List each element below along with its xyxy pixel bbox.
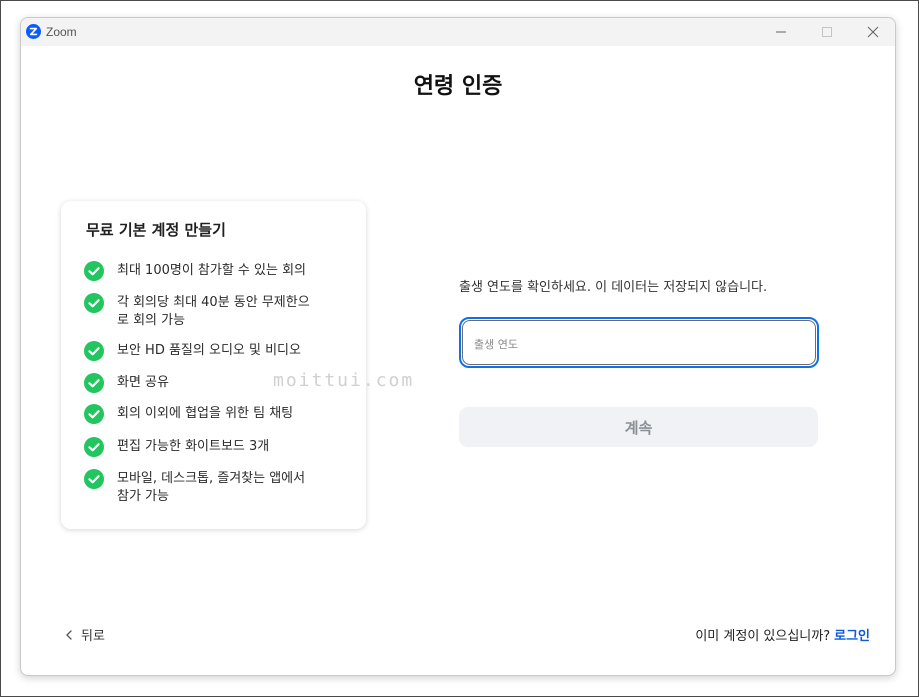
signin-row: 이미 계정이 있으십니까? 로그인 (695, 625, 870, 644)
feature-text: 각 회의당 최대 40분 동안 무제한으 로 회의 가능 (117, 295, 310, 328)
check-circle-icon (84, 293, 104, 313)
back-label: 뒤로 (81, 629, 105, 644)
zoom-logo-icon (26, 24, 41, 39)
feature-item: 보안 HD 품질의 오디오 및 비디오 (84, 341, 344, 361)
free-account-card: 무료 기본 계정 만들기 최대 100명이 참가할 수 있는 회의 각 회의당 … (61, 201, 366, 529)
maximize-button[interactable] (804, 18, 850, 46)
close-icon (867, 26, 879, 38)
check-circle-icon (84, 404, 104, 424)
check-circle-icon (84, 437, 104, 457)
feature-item: 모바일, 데스크톱, 즐겨찾는 앱에서 참가 가능 (84, 469, 344, 506)
signin-link[interactable]: 로그인 (834, 625, 870, 644)
check-circle-icon (84, 469, 104, 489)
minimize-icon (776, 31, 786, 33)
title-bar[interactable]: Zoom (21, 18, 895, 46)
feature-text: 모바일, 데스크톱, 즐겨찾는 앱에서 참가 가능 (117, 471, 306, 504)
feature-text: 회의 이외에 협업을 위한 팀 채팅 (117, 406, 294, 421)
birth-year-input[interactable] (462, 320, 816, 365)
feature-item: 편집 가능한 화이트보드 3개 (84, 437, 344, 457)
birth-year-prompt: 출생 연도를 확인하세요. 이 데이터는 저장되지 않습니다. (459, 280, 768, 295)
chevron-left-icon (66, 629, 72, 640)
close-button[interactable] (850, 18, 895, 46)
birth-year-field (459, 317, 819, 368)
back-link[interactable]: 뒤로 (65, 625, 105, 644)
watermark: moittui.com (273, 370, 415, 391)
feature-text: 편집 가능한 화이트보드 3개 (117, 439, 270, 454)
feature-text: 최대 100명이 참가할 수 있는 회의 (117, 263, 306, 278)
card-title: 무료 기본 계정 만들기 (86, 221, 226, 239)
feature-item: 회의 이외에 협업을 위한 팀 채팅 (84, 404, 344, 424)
check-circle-icon (84, 373, 104, 393)
window-title: Zoom (46, 25, 77, 39)
feature-text: 보안 HD 품질의 오디오 및 비디오 (117, 343, 301, 358)
feature-item: 최대 100명이 참가할 수 있는 회의 (84, 261, 344, 281)
has-account-text: 이미 계정이 있으십니까? (695, 629, 831, 644)
continue-button[interactable]: 계속 (459, 407, 818, 447)
check-circle-icon (84, 341, 104, 361)
feature-item: 각 회의당 최대 40분 동안 무제한으 로 회의 가능 (84, 293, 344, 330)
page-title: 연령 인증 (413, 74, 503, 99)
check-circle-icon (84, 261, 104, 281)
maximize-icon (822, 27, 832, 37)
zoom-window: Zoom 연령 인증 무료 기본 계정 만들기 최대 100명이 참가할 수 있… (20, 17, 896, 676)
minimize-button[interactable] (758, 18, 804, 46)
screenshot-frame: Zoom 연령 인증 무료 기본 계정 만들기 최대 100명이 참가할 수 있… (0, 0, 919, 697)
